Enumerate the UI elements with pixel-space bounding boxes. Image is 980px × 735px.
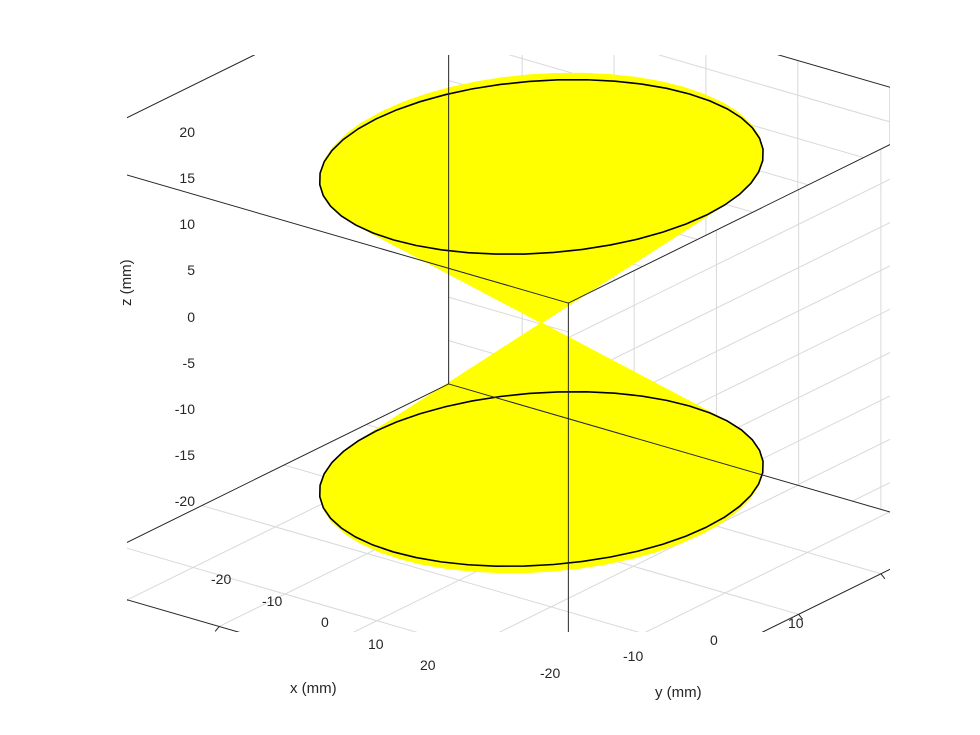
x-tick-label: -10 xyxy=(262,593,282,609)
z-tick-label: 20 xyxy=(155,124,195,140)
plot-canvas xyxy=(127,55,890,632)
x-axis-label: x (mm) xyxy=(290,680,337,697)
figure: -20 -15 -10 -5 0 5 10 15 20 z (mm) -20 -… xyxy=(0,0,980,735)
z-tick-label: -5 xyxy=(155,355,195,371)
z-tick-label: -10 xyxy=(155,401,195,417)
z-tick-label: 15 xyxy=(155,170,195,186)
z-tick-label: 5 xyxy=(155,262,195,278)
z-axis-label: z (mm) xyxy=(118,259,135,306)
z-tick-label: 0 xyxy=(155,309,195,325)
x-tick-label: 20 xyxy=(420,657,436,673)
x-tick-label: -20 xyxy=(211,571,231,587)
y-tick-label: -10 xyxy=(623,648,643,664)
z-tick-label: 10 xyxy=(155,216,195,232)
x-tick-label: 10 xyxy=(368,636,384,652)
x-tick-label: 0 xyxy=(321,614,329,630)
y-tick-label: 0 xyxy=(710,632,718,648)
y-axis-label: y (mm) xyxy=(655,684,702,701)
z-tick-label: -15 xyxy=(155,447,195,463)
axes-3d xyxy=(127,55,890,632)
y-tick-label: -20 xyxy=(540,665,560,681)
y-tick-label: 10 xyxy=(788,615,804,631)
z-tick-label: -20 xyxy=(155,493,195,509)
